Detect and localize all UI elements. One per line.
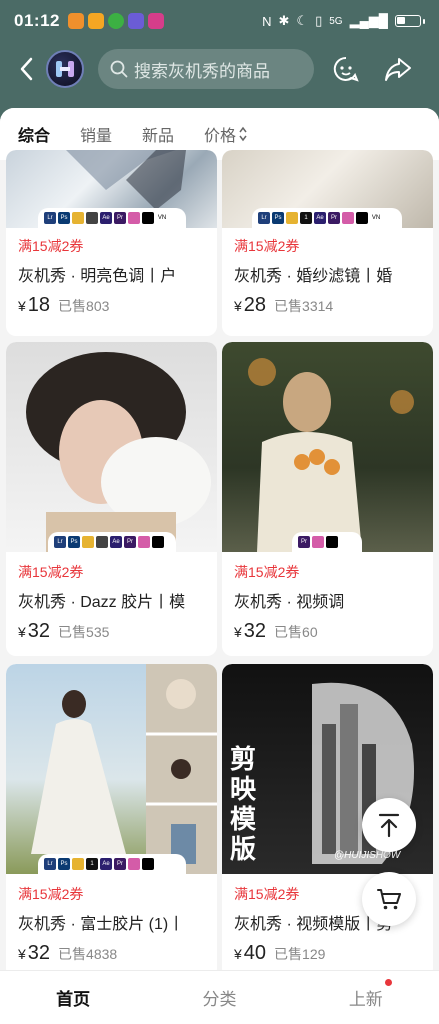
wechat-icon	[107, 13, 124, 29]
nav-new-arrivals-label: 上新	[348, 990, 383, 1009]
product-card[interactable]: Lr Ps Ae Pr 满15减2券 灰机秀 · Dazz 胶片丨模 ¥ 32 已售5…	[6, 342, 217, 656]
product-title: 灰机秀 · 婚纱滤镜丨婚	[234, 268, 393, 285]
search-placeholder: 搜索灰机秀的商品	[134, 61, 270, 81]
product-image: Lr Ps 1 Ae Pr VN	[222, 150, 433, 228]
tab-price[interactable]: 价格	[204, 122, 248, 146]
sort-arrows-icon	[239, 126, 247, 142]
vibrate-icon: ▯	[315, 13, 323, 28]
product-card[interactable]: Lr Ps 1 Ae Pr VN 满15减2券 灰机秀 · 婚纱滤镜丨婚 ¥ 28 已售3…	[222, 150, 433, 336]
shop-logo[interactable]	[46, 50, 84, 88]
product-title: 灰机秀 · 明亮色调丨户	[18, 268, 177, 285]
product-card[interactable]: Pr 满15减2券 灰机秀 · 视频调 ¥ 32 已售60	[222, 342, 433, 656]
system-status: N ✱ ☾ ▯ 5G ▂▄▆█	[262, 13, 425, 29]
product-price: 32	[243, 620, 267, 642]
customer-service-button[interactable]	[326, 49, 366, 89]
notification-icons	[67, 13, 164, 29]
shield-app-icon	[87, 13, 104, 29]
software-badges: Lr Ps 1 Ae Pr VN	[252, 208, 402, 228]
search-bar[interactable]: 搜索灰机秀的商品	[98, 49, 314, 89]
back-icon	[20, 57, 33, 81]
customer-service-icon	[333, 56, 359, 82]
price-row: ¥ 32 已售535	[18, 620, 110, 642]
coupon-label: 满15减2券	[234, 564, 300, 580]
product-card[interactable]: Lr Ps 1 Ae Pr 满15减2券 灰机秀 · 富士胶片 (1)丨 ¥ 32 已售…	[6, 664, 217, 978]
nav-category[interactable]: 分类	[146, 985, 292, 1010]
product-title: 灰机秀 · 视频调	[234, 594, 345, 611]
tab-price-label: 价格	[204, 128, 237, 145]
price-row: ¥ 18 已售803	[18, 294, 110, 316]
status-bar: 01:12 N ✱ ☾ ▯ 5G ▂▄▆█	[0, 0, 439, 42]
arrow-up-icon	[378, 813, 400, 838]
software-badges: Pr	[292, 532, 362, 552]
product-image: Pr	[222, 342, 433, 552]
software-badges: Lr Ps Ae Pr VN	[38, 208, 186, 228]
nav-new-arrivals[interactable]: 上新	[293, 979, 439, 1010]
nav-home[interactable]: 首页	[0, 985, 146, 1010]
product-price: 32	[27, 620, 51, 642]
product-price: 28	[243, 294, 267, 316]
product-price: 40	[243, 942, 267, 964]
tab-sales[interactable]: 销量	[80, 122, 112, 146]
back-to-top-button[interactable]	[362, 798, 416, 852]
product-card[interactable]: Lr Ps Ae Pr VN 满15减2券 灰机秀 · 明亮色调丨户 ¥ 18 已售80…	[6, 150, 217, 336]
coupon-label: 满15减2券	[234, 886, 300, 902]
price-row: ¥ 32 已售4838	[18, 942, 118, 964]
software-badges: Lr Ps 1 Ae Pr	[38, 854, 186, 874]
product-price: 32	[27, 942, 51, 964]
battery-icon	[395, 15, 421, 27]
sold-count: 已售4838	[58, 946, 118, 962]
bluetooth-icon: ✱	[278, 13, 290, 28]
template-overlay-text: 剪映模版	[230, 744, 257, 864]
share-icon	[385, 58, 411, 81]
new-badge-dot	[384, 979, 392, 986]
share-button[interactable]	[378, 49, 418, 89]
tab-new[interactable]: 新品	[142, 122, 174, 146]
sale-app-icon	[67, 13, 84, 29]
sold-count: 已售803	[58, 298, 110, 314]
signal-icon: ▂▄▆█	[349, 13, 388, 28]
shop-top-bar: 搜索灰机秀的商品	[0, 44, 439, 94]
back-button[interactable]	[12, 49, 40, 89]
coupon-label: 满15减2券	[18, 238, 84, 254]
product-image: Lr Ps Ae Pr VN	[6, 150, 217, 228]
nfc-icon: N	[262, 13, 272, 29]
product-price: 18	[27, 294, 51, 316]
tab-comprehensive[interactable]: 综合	[18, 122, 50, 146]
price-row: ¥ 28 已售3314	[234, 294, 334, 316]
search-icon	[110, 60, 128, 78]
software-badges: Lr Ps Ae Pr	[48, 532, 176, 552]
bottom-navigation: 首页 分类 上新	[0, 970, 439, 1024]
product-title: 灰机秀 · Dazz 胶片丨模	[18, 594, 186, 611]
cart-button[interactable]	[362, 872, 416, 926]
sold-count: 已售129	[274, 946, 326, 962]
sold-count: 已售3314	[274, 298, 334, 314]
network-label: 5G	[329, 15, 343, 27]
product-title: 灰机秀 · 富士胶片 (1)丨	[18, 916, 185, 933]
coupon-label: 满15减2券	[234, 238, 300, 254]
price-row: ¥ 40 已售129	[234, 942, 326, 964]
sold-count: 已售60	[274, 624, 318, 640]
price-row: ¥ 32 已售60	[234, 620, 318, 642]
coupon-label: 满15减2券	[18, 886, 84, 902]
sold-count: 已售535	[58, 624, 110, 640]
coupon-label: 满15减2券	[18, 564, 84, 580]
shopping-app-icon	[147, 13, 164, 29]
music-app-icon	[127, 13, 144, 29]
product-image: Lr Ps 1 Ae Pr	[6, 664, 217, 874]
product-image: Lr Ps Ae Pr	[6, 342, 217, 552]
status-time: 01:12	[14, 11, 60, 30]
cart-icon	[377, 889, 401, 910]
do-not-disturb-icon: ☾	[296, 13, 309, 28]
